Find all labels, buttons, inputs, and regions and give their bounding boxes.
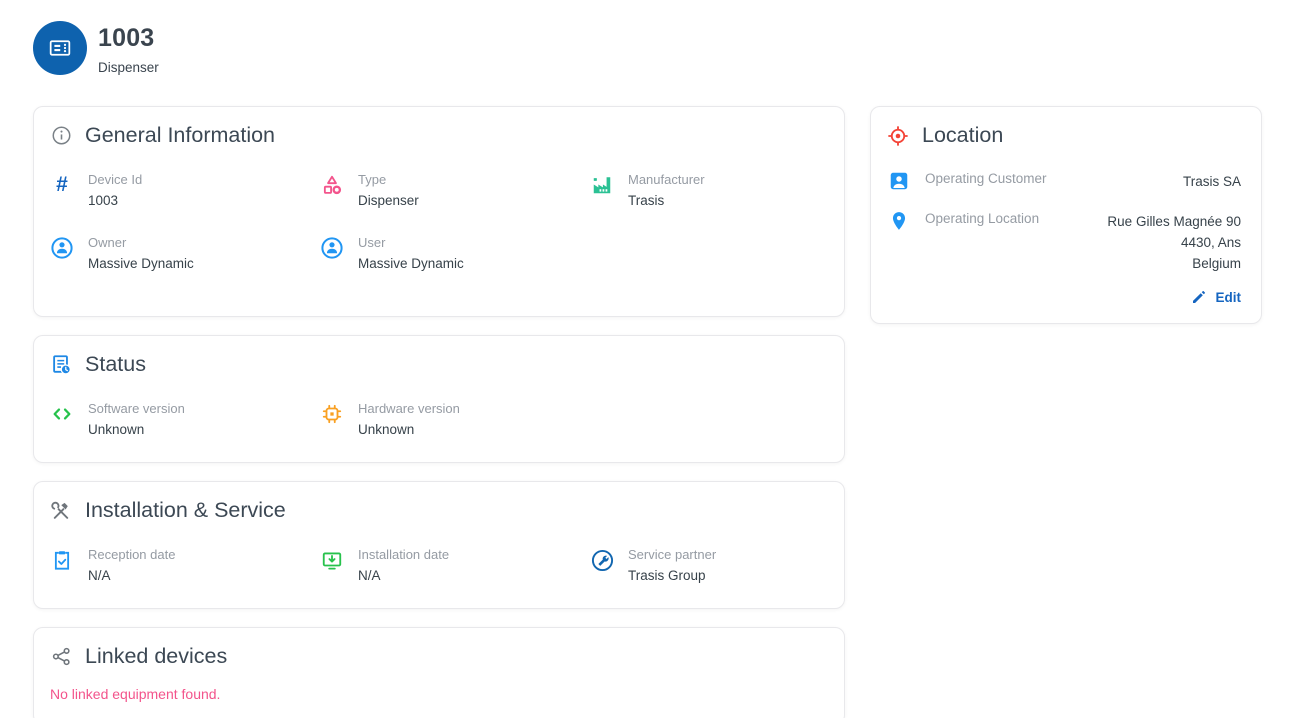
- field-label: User: [358, 235, 386, 250]
- info-icon: [50, 125, 72, 147]
- field-type: Type Dispenser: [320, 172, 590, 209]
- dispenser-device-icon: [46, 34, 74, 62]
- field-service-partner: Service partner Trasis Group: [590, 547, 824, 584]
- card-title: Status: [85, 352, 146, 376]
- address-line: 4430, Ans: [1180, 235, 1241, 250]
- person-circle-icon: [320, 236, 344, 260]
- address-line: Belgium: [1192, 256, 1241, 271]
- field-label: Installation date: [358, 547, 450, 562]
- code-icon: [50, 402, 74, 426]
- row-label: Operating Location: [925, 211, 1040, 226]
- target-icon: [887, 125, 909, 147]
- field-label: Device Id: [88, 172, 143, 187]
- status-report-clock-icon: [50, 354, 72, 376]
- monitor-download-icon: [320, 548, 344, 572]
- page-title: 1003: [98, 24, 155, 52]
- page-subtitle: Dispenser: [98, 60, 159, 75]
- location-card: Location Operating Customer Trasis SA Op…: [870, 106, 1262, 324]
- field-value: Trasis Group: [628, 568, 706, 583]
- field-label: Hardware version: [358, 401, 460, 416]
- clipboard-check-icon: [50, 548, 74, 572]
- tools-icon: [50, 500, 72, 522]
- field-value: Trasis: [628, 193, 665, 208]
- field-owner: Owner Massive Dynamic: [50, 235, 320, 272]
- field-value: Massive Dynamic: [88, 256, 194, 271]
- general-information-card: General Information # Device Id 1003 Typ…: [33, 106, 845, 317]
- field-value: N/A: [358, 568, 381, 583]
- field-value: Dispenser: [358, 193, 419, 208]
- device-avatar: [33, 21, 87, 75]
- row-value: Trasis SA: [1182, 174, 1241, 189]
- field-label: Software version: [88, 401, 185, 416]
- field-user: User Massive Dynamic: [320, 235, 590, 272]
- wrench-circle-icon: [590, 548, 614, 572]
- field-software-version: Software version Unknown: [50, 401, 320, 438]
- installation-service-card: Installation & Service Reception date N/…: [33, 481, 845, 609]
- page-header: 1003 Dispenser: [33, 21, 1311, 75]
- field-manufacturer: Manufacturer Trasis: [590, 172, 824, 209]
- field-value: N/A: [88, 568, 111, 583]
- chip-icon: [320, 402, 344, 426]
- field-value: 1003: [88, 193, 119, 208]
- field-label: Manufacturer: [628, 172, 705, 187]
- field-label: Type: [358, 172, 387, 187]
- person-circle-icon: [50, 236, 74, 260]
- operating-customer-row: Operating Customer Trasis SA: [887, 168, 1241, 193]
- share-icon: [50, 646, 72, 668]
- address-line: Rue Gilles Magnée 90: [1107, 214, 1241, 229]
- card-title: Linked devices: [85, 644, 228, 668]
- factory-icon: [590, 173, 614, 197]
- field-device-id: # Device Id 1003: [50, 172, 320, 209]
- edit-location-button[interactable]: Edit: [887, 289, 1241, 305]
- operating-location-row: Operating Location Rue Gilles Magnée 90 …: [887, 208, 1241, 274]
- linked-devices-card: Linked devices No linked equipment found…: [33, 627, 845, 718]
- pencil-icon: [1191, 289, 1207, 305]
- field-value: Massive Dynamic: [358, 256, 464, 271]
- field-label: Owner: [88, 235, 127, 250]
- field-installation-date: Installation date N/A: [320, 547, 590, 584]
- device-detail-page: 1003 Dispenser General Information # Dev…: [0, 0, 1311, 718]
- field-label: Service partner: [628, 547, 717, 562]
- row-label: Operating Customer: [925, 171, 1047, 186]
- field-hardware-version: Hardware version Unknown: [320, 401, 824, 438]
- field-label: Reception date: [88, 547, 176, 562]
- shapes-icon: [320, 173, 344, 197]
- address-block: Rue Gilles Magnée 90 4430, Ans Belgium: [1107, 208, 1241, 274]
- card-title: General Information: [85, 123, 276, 147]
- hash-icon: #: [56, 173, 68, 196]
- status-card: Status Software version Unknown Hardware…: [33, 335, 845, 463]
- field-value: Unknown: [358, 422, 415, 437]
- map-pin-icon: [887, 209, 911, 233]
- account-box-icon: [887, 169, 911, 193]
- edit-label: Edit: [1215, 289, 1242, 305]
- field-value: Unknown: [88, 422, 145, 437]
- field-reception-date: Reception date N/A: [50, 547, 320, 584]
- no-linked-equipment-message: No linked equipment found.: [50, 686, 221, 702]
- card-title: Installation & Service: [85, 498, 286, 522]
- card-title: Location: [922, 123, 1004, 147]
